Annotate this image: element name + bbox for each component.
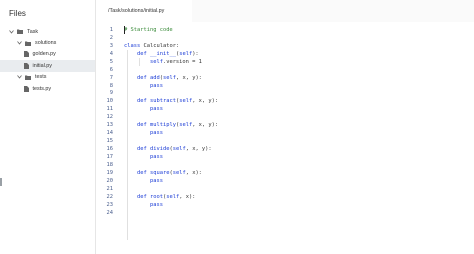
code-line[interactable]: 4 def __init__(self): xyxy=(96,50,474,58)
line-number: 17 xyxy=(106,153,114,160)
code-line[interactable]: 1 # Starting code xyxy=(96,26,474,34)
code-line[interactable]: 21 xyxy=(96,185,474,193)
code-line[interactable]: 6 xyxy=(96,66,474,74)
line-number: 9 xyxy=(109,90,113,97)
line-number: 8 xyxy=(109,82,113,89)
code-line[interactable]: 11 pass xyxy=(96,105,474,113)
folder-icon xyxy=(17,29,23,35)
tab-label: /Task/solutions/initial.py xyxy=(108,8,165,14)
line-number: 5 xyxy=(109,58,113,65)
line-number: 18 xyxy=(106,161,114,168)
line-number: 12 xyxy=(106,114,114,121)
code-line[interactable]: 16 def divide(self, x, y): xyxy=(96,145,474,153)
line-number: 21 xyxy=(106,185,114,192)
line-text: pass xyxy=(149,201,163,208)
line-text: def divide(self, x, y): xyxy=(136,146,212,153)
tree-item-label: golden.py xyxy=(32,51,56,58)
chevron-down-icon[interactable] xyxy=(16,74,22,80)
line-number: 10 xyxy=(106,98,114,105)
tree-item-label: Task xyxy=(27,28,39,35)
code-line[interactable]: 20 pass xyxy=(96,177,474,185)
code-line[interactable]: 5 self.version = 1 xyxy=(96,58,474,66)
folder-icon xyxy=(25,75,31,80)
line-text: pass xyxy=(149,177,163,184)
line-text: def __init__(self): xyxy=(136,50,199,57)
tree-item-label: tests.py xyxy=(32,85,52,92)
code-line[interactable]: 18 xyxy=(96,161,474,169)
line-text: def add(self, x, y): xyxy=(136,74,202,81)
code-line[interactable]: 23 pass xyxy=(96,201,474,209)
line-text: def square(self, x): xyxy=(136,169,202,176)
tree-item-tests-py[interactable]: tests.py xyxy=(0,83,95,94)
tree-item-tests-folder[interactable]: tests xyxy=(0,72,95,83)
code-line[interactable]: 10 def subtract(self, x, y): xyxy=(96,97,474,105)
line-number: 3 xyxy=(109,42,113,49)
code-line[interactable]: 22 def root(self, x): xyxy=(96,193,474,201)
line-text: def subtract(self, x, y): xyxy=(136,98,219,105)
line-number: 6 xyxy=(109,66,113,73)
line-text: pass xyxy=(149,106,163,113)
tree-item-task-folder[interactable]: Task xyxy=(0,26,95,37)
chevron-down-icon[interactable] xyxy=(8,29,14,35)
code-line[interactable]: 12 xyxy=(96,113,474,121)
line-number: 16 xyxy=(106,146,114,153)
chevron-down-icon[interactable] xyxy=(16,40,22,46)
line-text: def multiply(self, x, y): xyxy=(136,122,219,129)
tree-item-label: tests xyxy=(35,74,47,81)
code-line[interactable]: 13 def multiply(self, x, y): xyxy=(96,121,474,129)
tree-item-label: solutions xyxy=(35,40,57,47)
tree-item-label: initial.py xyxy=(32,62,52,69)
code-line[interactable]: 2 xyxy=(96,34,474,42)
line-number: 13 xyxy=(106,122,114,129)
editor-tab-bar: /Task/solutions/initial.py xyxy=(96,0,474,22)
tree-item-solutions-folder[interactable]: solutions xyxy=(0,37,95,48)
line-number: 15 xyxy=(106,138,114,145)
line-number: 1 xyxy=(109,26,113,33)
tree-item-initial-py[interactable]: initial.py xyxy=(0,60,95,72)
line-number: 11 xyxy=(106,106,114,113)
code-line[interactable]: 7 def add(self, x, y): xyxy=(96,74,474,82)
file-tree: Task solutions golden.py initial.py test… xyxy=(0,26,95,94)
code-editor[interactable]: /Task/solutions/initial.py 1 # Starting c… xyxy=(96,0,474,254)
line-number: 20 xyxy=(106,177,114,184)
file-icon xyxy=(24,62,29,69)
line-number: 22 xyxy=(106,193,114,200)
code-line[interactable]: 24 xyxy=(96,209,474,217)
tree-item-golden-py[interactable]: golden.py xyxy=(0,49,95,60)
folder-icon xyxy=(25,41,31,46)
code-line[interactable]: 9 xyxy=(96,90,474,98)
line-text: def root(self, x): xyxy=(136,193,196,200)
line-number: 2 xyxy=(109,34,113,41)
line-number: 7 xyxy=(109,74,113,81)
code-line[interactable]: 19 def square(self, x): xyxy=(96,169,474,177)
tab-initial-py[interactable]: /Task/solutions/initial.py xyxy=(96,0,192,22)
line-number: 14 xyxy=(106,130,114,137)
text-cursor xyxy=(124,26,125,34)
line-text: class Calculator: xyxy=(124,42,180,49)
file-icon xyxy=(24,51,29,58)
line-number: 4 xyxy=(109,50,113,57)
line-text: pass xyxy=(149,153,163,160)
file-icon xyxy=(24,85,29,92)
line-number: 23 xyxy=(106,201,114,208)
code-line[interactable]: 17 pass xyxy=(96,153,474,161)
line-text: # Starting code xyxy=(124,26,173,33)
line-text: self.version = 1 xyxy=(149,58,202,65)
line-number: 24 xyxy=(106,209,114,216)
file-explorer-sidebar: Files Task solutions golden.py initial.p… xyxy=(0,0,95,254)
code-line[interactable]: 3 class Calculator: xyxy=(96,42,474,50)
code-line[interactable]: 14 pass xyxy=(96,129,474,137)
line-number: 19 xyxy=(106,169,114,176)
code-line[interactable]: 15 xyxy=(96,137,474,145)
line-text: pass xyxy=(149,82,163,89)
code-line[interactable]: 8 pass xyxy=(96,82,474,90)
sidebar-title: Files xyxy=(9,9,26,18)
line-text: pass xyxy=(149,130,163,137)
code-area[interactable]: 1 # Starting code 2 3 class Calculator: 4 def… xyxy=(96,26,474,240)
sidebar-resize-handle[interactable] xyxy=(0,178,2,186)
